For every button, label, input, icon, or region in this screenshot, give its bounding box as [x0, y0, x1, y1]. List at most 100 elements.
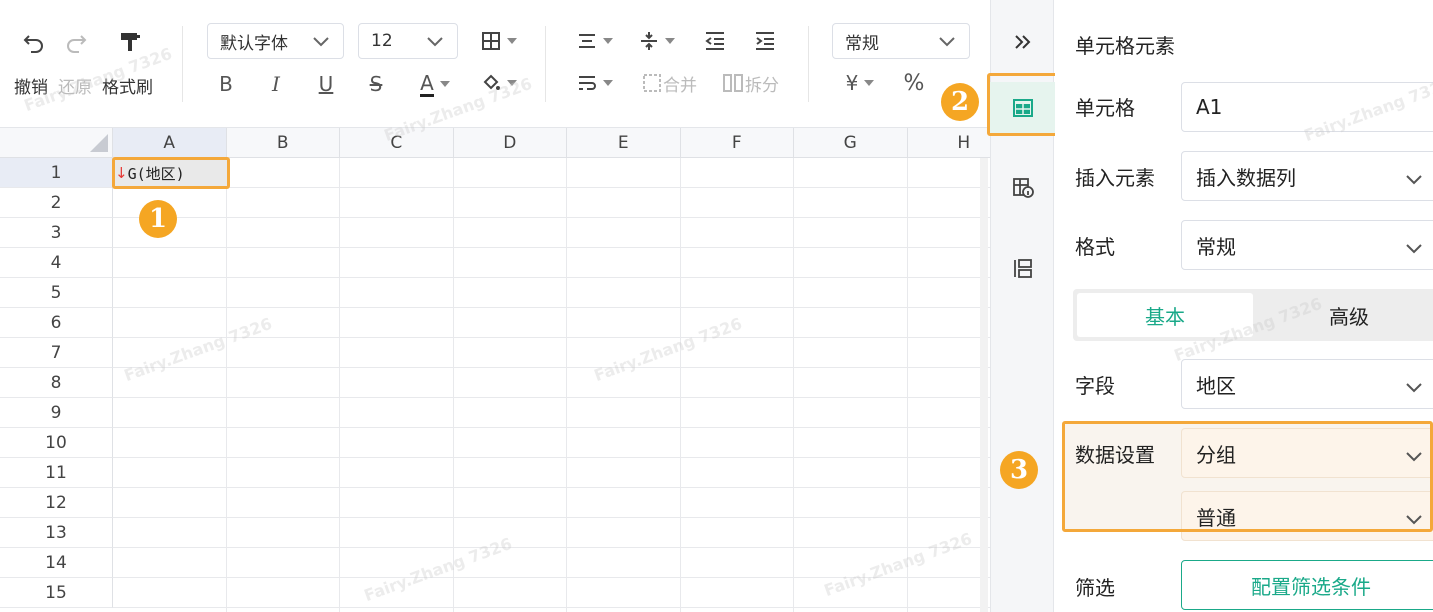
row-header-6[interactable]: 6: [0, 308, 113, 338]
row-header-5[interactable]: 5: [0, 278, 113, 308]
row-header-7[interactable]: 7: [0, 338, 113, 368]
column-header-b[interactable]: B: [226, 128, 340, 158]
undo-icon[interactable]: [20, 28, 48, 56]
font-size-select[interactable]: 12: [358, 23, 458, 59]
column-header-g[interactable]: G: [794, 128, 908, 158]
column-header-a[interactable]: A: [113, 128, 227, 158]
number-format-select[interactable]: 常规: [832, 23, 970, 59]
column-header-f[interactable]: F: [680, 128, 794, 158]
row-header-10[interactable]: 10: [0, 428, 113, 458]
field-select[interactable]: 地区: [1181, 359, 1433, 409]
grid-line: [113, 247, 990, 248]
grid-line: [113, 337, 990, 338]
format-painter-label[interactable]: 格式刷: [102, 73, 153, 98]
insert-element-select[interactable]: 插入数据列: [1181, 151, 1433, 201]
grid-line: [679, 158, 681, 612]
decrease-indent-icon[interactable]: [702, 28, 728, 54]
grid-line: [113, 307, 990, 308]
row-header-3[interactable]: 3: [0, 218, 113, 248]
merge-button[interactable]: 合并: [636, 70, 704, 96]
chevron-down-icon: [937, 33, 957, 54]
font-size-value: 12: [371, 31, 393, 51]
tab-highlight-box: [987, 73, 1060, 136]
split-label: 拆分: [745, 75, 779, 96]
cell-highlight-box: [112, 157, 230, 189]
tab-basic[interactable]: 基本: [1077, 293, 1253, 337]
italic-button[interactable]: I: [264, 70, 288, 98]
format-label: 格式: [1075, 235, 1115, 259]
cell-field[interactable]: A1: [1181, 82, 1433, 132]
underline-button[interactable]: U: [314, 70, 338, 98]
panel-title: 单元格元素: [1075, 34, 1175, 58]
grid-line: [225, 158, 227, 612]
collapse-panel-icon[interactable]: [991, 22, 1055, 62]
column-header-d[interactable]: D: [453, 128, 567, 158]
strikethrough-button[interactable]: S: [364, 70, 388, 98]
divider: [808, 26, 809, 102]
border-icon[interactable]: [476, 28, 522, 54]
mode-segmented-control: 基本 高级: [1073, 289, 1433, 341]
field-value: 地区: [1196, 373, 1236, 398]
field-label: 字段: [1075, 374, 1115, 398]
font-color-button[interactable]: A: [410, 68, 460, 100]
divider: [182, 26, 183, 102]
grid-line: [906, 158, 908, 612]
chevron-down-icon: [425, 33, 445, 54]
bold-button[interactable]: B: [214, 70, 238, 98]
grid-line: [452, 158, 454, 612]
format-painter-icon[interactable]: [116, 28, 144, 56]
grid-line: [113, 367, 990, 368]
cell-value: A1: [1196, 95, 1223, 119]
vertical-scrollbar[interactable]: [980, 158, 988, 612]
percent-format-button[interactable]: %: [900, 68, 928, 98]
row-header-12[interactable]: 12: [0, 488, 113, 518]
cell-properties-icon[interactable]: [991, 168, 1055, 208]
grid-line: [113, 547, 990, 548]
row-header-2[interactable]: 2: [0, 188, 113, 218]
font-family-select[interactable]: 默认字体: [207, 23, 344, 59]
grid-line: [113, 277, 990, 278]
column-header-e[interactable]: E: [567, 128, 681, 158]
row-header-9[interactable]: 9: [0, 398, 113, 428]
align-horizontal-icon[interactable]: [572, 28, 618, 54]
grid-line: [113, 487, 990, 488]
tab-advanced[interactable]: 高级: [1257, 293, 1433, 337]
row-header-14[interactable]: 14: [0, 548, 113, 578]
wrap-text-icon[interactable]: [572, 70, 618, 96]
column-header-c[interactable]: C: [340, 128, 454, 158]
undo-label[interactable]: 撤销: [14, 73, 48, 98]
step-badge-1: 1: [139, 200, 177, 238]
step-badge-3: 3: [1000, 451, 1038, 489]
split-button[interactable]: 拆分: [716, 70, 786, 96]
format-select[interactable]: 常规: [1181, 220, 1433, 270]
row-header-15[interactable]: 15: [0, 578, 113, 608]
row-header-1[interactable]: 1: [0, 158, 113, 188]
redo-label[interactable]: 还原: [58, 73, 92, 98]
step-badge-2: 2: [941, 83, 979, 121]
grid-line: [793, 158, 794, 612]
row-header-4[interactable]: 4: [0, 248, 113, 278]
spreadsheet-grid[interactable]: A B C D E F G H 1 2 3 4 5 6 7 8 9 10 11 12 13 14 15 ↓ G(地区): [0, 128, 990, 612]
row-header-13[interactable]: 13: [0, 518, 113, 548]
select-all-corner[interactable]: [0, 128, 113, 158]
configure-filter-button[interactable]: 配置筛选条件: [1181, 560, 1433, 610]
font-family-value: 默认字体: [220, 33, 288, 54]
fill-color-icon[interactable]: [476, 68, 522, 98]
align-vertical-icon[interactable]: [634, 28, 680, 54]
layout-settings-icon[interactable]: [991, 248, 1055, 288]
chevron-down-icon: [1404, 237, 1424, 261]
currency-format-button[interactable]: ¥: [836, 68, 884, 98]
increase-indent-icon[interactable]: [752, 28, 778, 54]
grid-line: [339, 158, 340, 612]
merge-label: 合并: [663, 75, 697, 96]
currency-glyph: ¥: [845, 71, 859, 95]
grid-line: [113, 457, 990, 458]
divider: [545, 26, 546, 102]
row-header-8[interactable]: 8: [0, 368, 113, 398]
chevron-down-icon: [311, 33, 331, 54]
toolbar: 撤销 还原 格式刷 默认字体 12 B I U S A 合并 拆分 常规 ¥ %: [0, 0, 990, 128]
redo-icon[interactable]: [62, 28, 90, 56]
column-header-h[interactable]: H: [907, 128, 990, 158]
row-header-11[interactable]: 11: [0, 458, 113, 488]
insert-element-label: 插入元素: [1075, 166, 1155, 190]
